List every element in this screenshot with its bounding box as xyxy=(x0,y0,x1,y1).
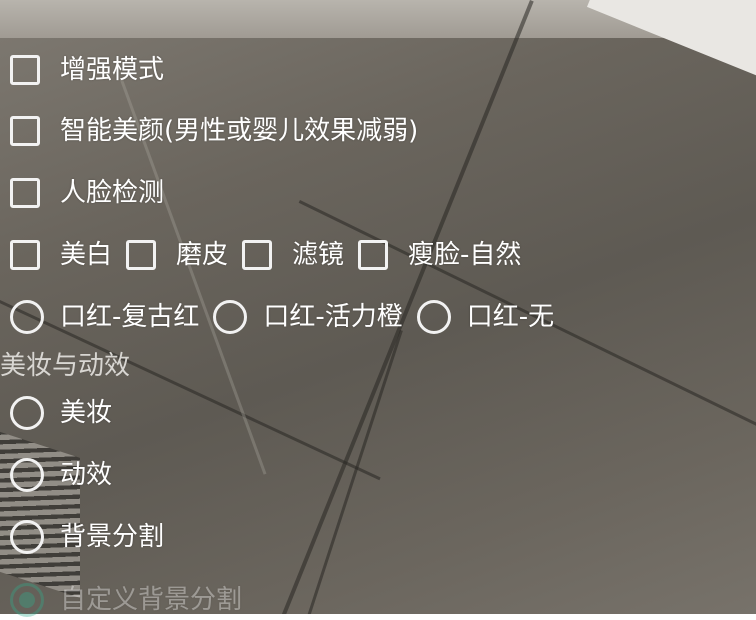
bg-segment-radio[interactable] xyxy=(10,520,44,554)
smart-beauty-checkbox[interactable] xyxy=(10,116,40,146)
animation-label: 动效 xyxy=(60,460,113,490)
custom-bg-segment-radio[interactable] xyxy=(10,583,44,617)
makeup-radio[interactable] xyxy=(10,396,44,430)
row-smart-beauty: 智能美颜(男性或婴儿效果减弱) xyxy=(10,111,432,151)
lipstick-vital-radio[interactable] xyxy=(213,300,248,334)
option-lipstick-vital[interactable]: 口红-活力橙 xyxy=(213,297,403,337)
makeup-label: 美妆 xyxy=(60,398,113,428)
option-custom-bg-segment[interactable]: 自定义背景分割 xyxy=(10,580,242,620)
lipstick-retro-radio[interactable] xyxy=(10,300,44,334)
lipstick-retro-label: 口红-复古红 xyxy=(60,302,200,332)
enhance-mode-checkbox[interactable] xyxy=(10,55,40,85)
row-lipstick: 口红-复古红 口红-活力橙 口红-无 xyxy=(10,297,568,337)
slim-face-label: 瘦脸-自然 xyxy=(408,240,522,270)
row-makeup: 美妆 xyxy=(10,393,126,433)
whiten-label: 美白 xyxy=(60,240,113,270)
lipstick-none-radio[interactable] xyxy=(416,300,451,334)
option-whiten[interactable]: 美白 xyxy=(10,235,112,275)
filter-label: 滤镜 xyxy=(292,240,345,270)
row-custom-bg-segment: 自定义背景分割 xyxy=(10,580,256,620)
option-enhance-mode[interactable]: 增强模式 xyxy=(10,50,164,90)
option-animation[interactable]: 动效 xyxy=(10,455,112,495)
beauty-settings-panel: 增强模式 智能美颜(男性或婴儿效果减弱) 人脸检测 美白 磨皮 滤镜 瘦脸-自然 xyxy=(0,0,756,617)
filter-checkbox[interactable] xyxy=(242,240,273,270)
custom-bg-segment-label: 自定义背景分割 xyxy=(60,585,243,615)
face-detect-checkbox[interactable] xyxy=(10,178,40,208)
option-smart-beauty[interactable]: 智能美颜(男性或婴儿效果减弱) xyxy=(10,111,418,151)
row-animation: 动效 xyxy=(10,455,126,495)
option-filter[interactable]: 滤镜 xyxy=(242,235,344,275)
bg-segment-label: 背景分割 xyxy=(60,522,165,552)
option-slim-face[interactable]: 瘦脸-自然 xyxy=(358,235,521,275)
row-face-detect: 人脸检测 xyxy=(10,173,178,213)
option-lipstick-none[interactable]: 口红-无 xyxy=(416,297,555,337)
lipstick-vital-label: 口红-活力橙 xyxy=(263,302,403,332)
whiten-checkbox[interactable] xyxy=(10,240,40,270)
row-enhance-mode: 增强模式 xyxy=(10,50,178,90)
option-bg-segment[interactable]: 背景分割 xyxy=(10,517,164,557)
smart-beauty-label: 智能美颜(男性或婴儿效果减弱) xyxy=(60,116,419,146)
smooth-label: 磨皮 xyxy=(176,240,229,270)
option-makeup[interactable]: 美妆 xyxy=(10,393,112,433)
enhance-mode-label: 增强模式 xyxy=(60,55,165,85)
section-title-makeup-effects: 美妆与动效 xyxy=(0,351,131,381)
option-lipstick-retro[interactable]: 口红-复古红 xyxy=(10,297,199,337)
row-beauty-toggles: 美白 磨皮 滤镜 瘦脸-自然 xyxy=(10,235,535,275)
lipstick-none-label: 口红-无 xyxy=(466,302,555,332)
option-smooth[interactable]: 磨皮 xyxy=(126,235,228,275)
option-face-detect[interactable]: 人脸检测 xyxy=(10,173,164,213)
slim-face-checkbox[interactable] xyxy=(358,240,389,270)
smooth-checkbox[interactable] xyxy=(126,240,157,270)
face-detect-label: 人脸检测 xyxy=(60,178,165,208)
animation-radio[interactable] xyxy=(10,458,44,492)
row-bg-segment: 背景分割 xyxy=(10,517,178,557)
